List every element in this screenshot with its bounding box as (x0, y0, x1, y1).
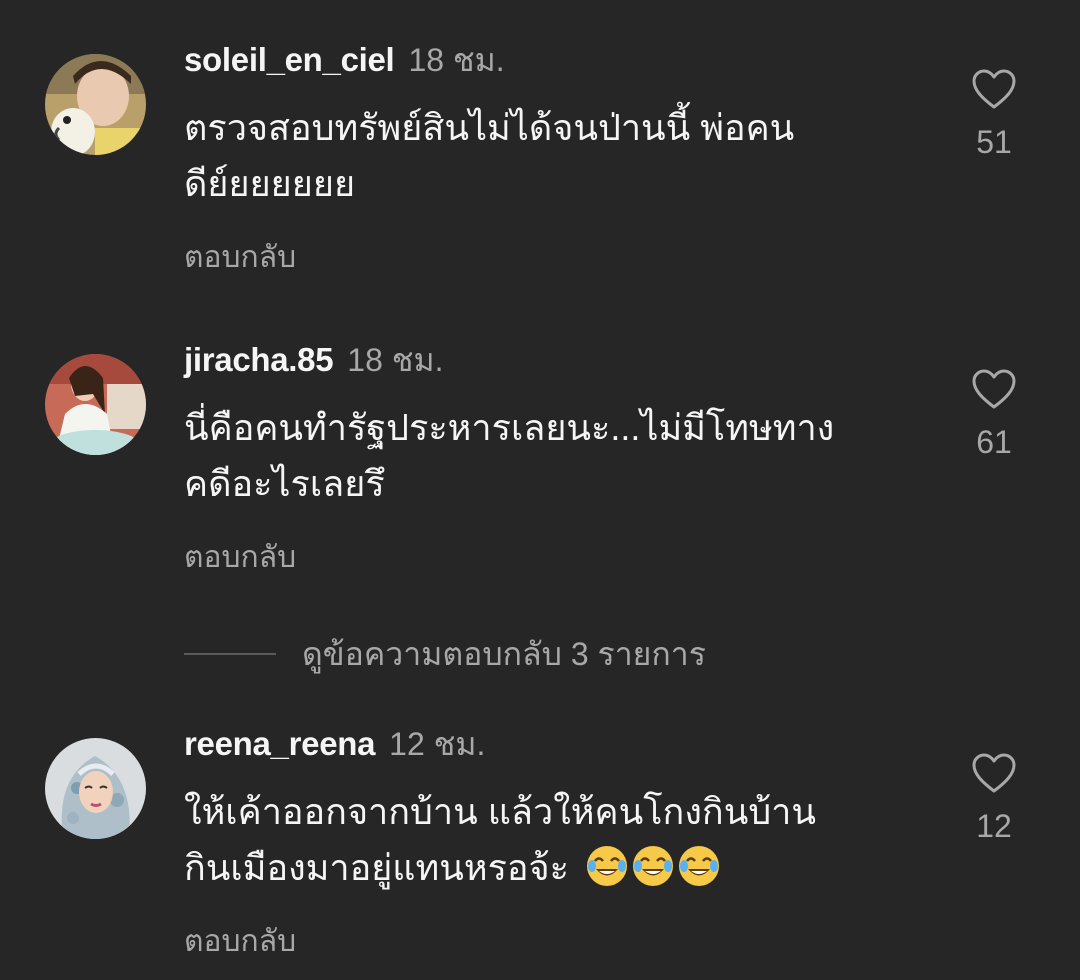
username[interactable]: soleil_en_ciel (184, 41, 395, 78)
like-control: 51 (960, 68, 1028, 161)
heart-outline-icon[interactable] (971, 68, 1017, 110)
comment-header: soleil_en_ciel 18 ชม. (184, 38, 505, 82)
like-count: 61 (976, 424, 1012, 460)
heart-outline-icon[interactable] (971, 368, 1017, 410)
view-replies-label: ดูข้อความตอบกลับ 3 รายการ (302, 636, 706, 672)
like-control: 61 (960, 368, 1028, 461)
comment-text-line: ตรวจสอบทรัพย์สินไม่ได้จนป่านนี้ พ่อคน (184, 107, 795, 148)
comment-text-segment: กินเมืองมาอยู่แทนหรอจ้ะ (184, 847, 569, 888)
comment-timestamp: 12 ชม. (389, 726, 486, 762)
comment-timestamp: 18 ชม. (347, 342, 444, 378)
comment-timestamp: 18 ชม. (408, 42, 505, 78)
avatar-image (45, 354, 146, 455)
like-count: 12 (976, 808, 1012, 844)
avatar[interactable] (45, 54, 146, 155)
heart-outline-icon[interactable] (971, 752, 1017, 794)
face-with-tears-of-joy-icon (677, 844, 721, 888)
reply-button[interactable]: ตอบกลับ (184, 534, 296, 581)
reply-button[interactable]: ตอบกลับ (184, 234, 296, 281)
avatar[interactable] (45, 738, 146, 839)
comment-text: นี่คือคนทำรัฐประหารเลยนะ...ไม่มีโทษทาง ค… (184, 400, 924, 512)
comment-header: reena_reena 12 ชม. (184, 722, 485, 766)
comment-text-line: ดีย์ยยยยยย (184, 163, 356, 204)
comment-text: ให้เค้าออกจากบ้าน แล้วให้คนโกงกินบ้าน กิ… (184, 784, 924, 896)
like-control: 12 (960, 752, 1028, 845)
comment-text-line: ให้เค้าออกจากบ้าน แล้วให้คนโกงกินบ้าน (184, 791, 817, 832)
avatar-image (45, 54, 146, 155)
emoji-group (583, 844, 721, 888)
comment-text-line: คดีอะไรเลยรึ (184, 463, 385, 504)
face-with-tears-of-joy-icon (631, 844, 675, 888)
comment-header: jiracha.85 18 ชม. (184, 338, 443, 382)
view-replies-button[interactable]: ดูข้อความตอบกลับ 3 รายการ (184, 632, 706, 676)
view-replies-divider (184, 653, 276, 655)
reply-button[interactable]: ตอบกลับ (184, 918, 296, 965)
comment-text-line: นี่คือคนทำรัฐประหารเลยนะ...ไม่มีโทษทาง (184, 407, 835, 448)
like-count: 51 (976, 124, 1012, 160)
username[interactable]: jiracha.85 (184, 341, 334, 378)
username[interactable]: reena_reena (184, 725, 375, 762)
avatar-image (45, 738, 146, 839)
comment-text: ตรวจสอบทรัพย์สินไม่ได้จนป่านนี้ พ่อคน ดี… (184, 100, 924, 212)
comment-text-line: กินเมืองมาอยู่แทนหรอจ้ะ (184, 840, 924, 896)
face-with-tears-of-joy-icon (585, 844, 629, 888)
avatar[interactable] (45, 354, 146, 455)
